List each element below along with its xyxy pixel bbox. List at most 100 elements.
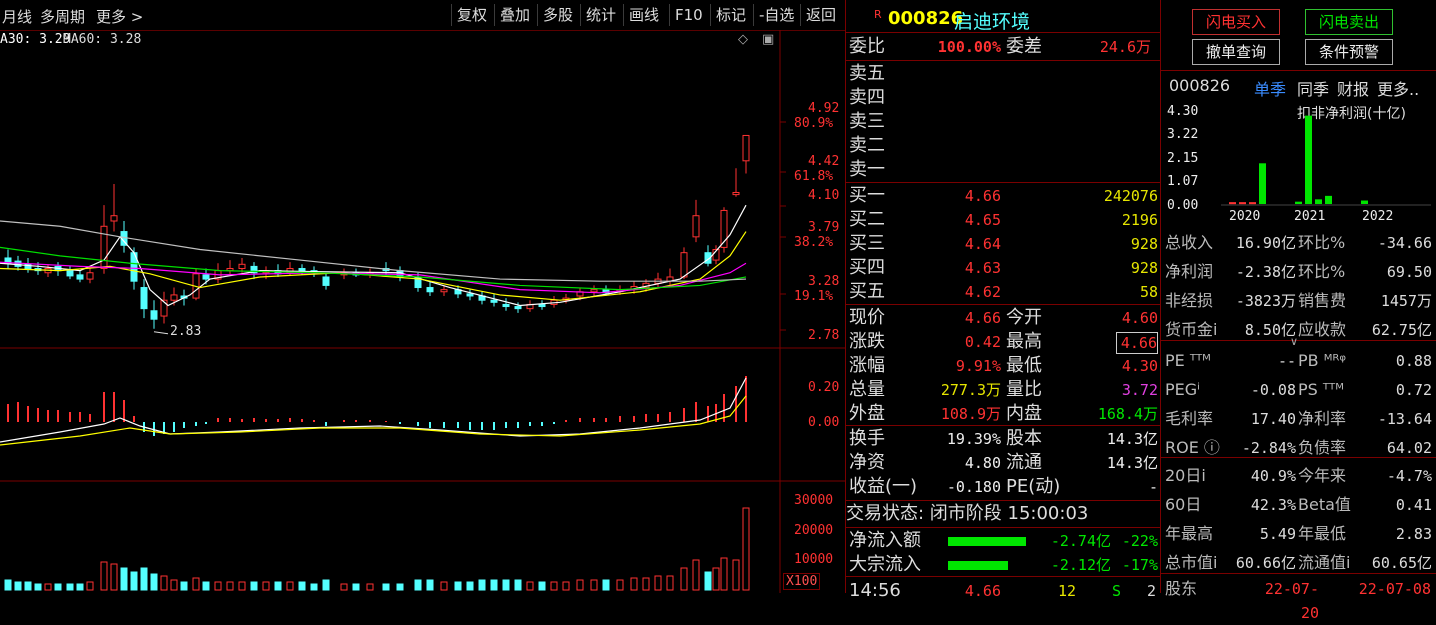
more-menu[interactable]: 更多 > — [96, 6, 143, 27]
tab-more[interactable]: 更多.. — [1377, 76, 1419, 100]
volume-bar — [100, 561, 108, 591]
overlay-button[interactable]: 叠加 — [494, 4, 535, 26]
volume-bar — [396, 583, 404, 591]
tab-same-quarter[interactable]: 同季 — [1297, 76, 1329, 100]
volume-bar — [286, 581, 294, 591]
volume-bar — [478, 579, 486, 591]
weicha-value: 24.6万 — [1099, 38, 1151, 56]
finance-row: 60日 42.3% Beta值 0.41 — [1165, 495, 1432, 514]
kline-chart[interactable]: A30: 3.29 MA60: 3.28 ◇ ▣ 4.92 80.9% 4.42… — [0, 30, 845, 593]
quote-panel: R 000826 启迪环境 委比 100.00% 委差 24.6万 交易状态: … — [845, 0, 1161, 601]
mini-bar — [1229, 202, 1236, 205]
multi-period-tab[interactable]: 多周期 — [40, 6, 85, 27]
mini-bar — [1239, 202, 1246, 205]
mini-bar-chart — [1221, 115, 1431, 206]
candle-body — [76, 274, 84, 280]
macd-axis-label: 0.00 — [808, 415, 840, 430]
buy-level-row: 买二 4.65 2196 — [849, 209, 1158, 230]
volume-bar — [44, 583, 52, 591]
money-flow-bar — [948, 537, 1026, 546]
finance-code: 000826 — [1169, 76, 1231, 95]
mini-bar — [1295, 201, 1302, 204]
volume-bar — [86, 581, 94, 591]
volume-bar — [720, 557, 728, 591]
volume-bar — [76, 583, 84, 591]
statistics-button[interactable]: 统计 — [580, 4, 621, 26]
period-monthly-tab[interactable]: 月线 — [2, 6, 32, 27]
finance-row: 净利润 -2.38亿 环比% 69.50 — [1165, 262, 1432, 281]
stock-name[interactable]: 启迪环境 — [954, 7, 1030, 34]
volume-bar — [440, 581, 448, 591]
volume-bar — [680, 567, 688, 591]
mini-axis-label: 4.30 — [1167, 104, 1199, 119]
adjust-button[interactable]: 复权 — [451, 4, 492, 26]
price-axis-label: 80.9% — [794, 116, 834, 131]
price-axis-label: 3.79 — [808, 220, 840, 235]
volume-bar — [454, 581, 462, 591]
sell-level-row: 卖三 — [849, 111, 885, 132]
candle-body — [86, 272, 94, 280]
trade-status: 交易状态: 闭市阶段 15:00:03 — [846, 503, 1089, 524]
price-axis-label: 19.1% — [794, 289, 834, 304]
volume-bar — [562, 581, 570, 591]
volume-bar — [310, 583, 318, 591]
price-axis-label: 61.8% — [794, 169, 834, 184]
mini-bar — [1259, 163, 1266, 204]
macd-axis-label: 0.20 — [808, 380, 840, 395]
stock-code: 000826 — [888, 8, 964, 29]
price-axis-label: 4.10 — [808, 188, 840, 203]
finance-row: 毛利率 17.40 净利率 -13.64 — [1165, 409, 1432, 428]
volume-bar — [274, 581, 282, 591]
volume-bar — [120, 567, 128, 591]
mini-year-label: 2022 — [1362, 209, 1394, 224]
money-flow-row: 大宗流入 -2.12亿 -17% — [849, 554, 1158, 575]
finance-row: 非经损 -3823万 销售费 1457万 — [1165, 291, 1432, 310]
volume-axis-label: 20000 — [794, 523, 834, 538]
quote-stat-row: 现价 4.66 今开 4.60 — [849, 307, 1158, 328]
mark-button[interactable]: 标记 — [710, 4, 751, 26]
volume-axis-label: 30000 — [794, 493, 834, 508]
volume-bar — [490, 579, 498, 591]
f10-button[interactable]: F10 — [669, 4, 708, 26]
candle-body — [110, 215, 118, 222]
volume-bar — [712, 567, 720, 591]
tab-report[interactable]: 财报 — [1337, 76, 1369, 100]
candle-body — [66, 270, 74, 277]
volume-bar — [238, 581, 246, 591]
flash-sell-button[interactable]: 闪电卖出 — [1305, 9, 1393, 35]
buy-level-row: 买一 4.66 242076 — [849, 185, 1158, 206]
quote-stat-row: 外盘 108.9万 内盘 168.4万 — [849, 403, 1158, 424]
condition-alert-button[interactable]: 条件预警 — [1305, 39, 1393, 65]
back-button[interactable]: 返回 — [800, 4, 841, 26]
volume-bar — [514, 579, 522, 591]
volume-bar — [14, 581, 22, 591]
buy-level-row: 买五 4.62 58 — [849, 281, 1158, 302]
low-marker — [153, 331, 169, 335]
price-axis-label: 3.28 — [808, 274, 840, 289]
price-axis-label: 4.92 — [808, 101, 840, 116]
quote-stat-row: 净资 4.80 流通 14.3亿 — [849, 452, 1158, 473]
candle-body — [150, 310, 158, 320]
volume-bar — [366, 583, 374, 591]
cancel-query-button[interactable]: 撤单查询 — [1192, 39, 1280, 65]
draw-line-button[interactable]: 画线 — [623, 4, 664, 26]
money-flow-bar — [948, 561, 1008, 570]
finance-row: 总收入 16.90亿 环比% -34.66 — [1165, 233, 1432, 252]
candle-body — [238, 263, 246, 270]
volume-bar — [150, 573, 158, 591]
candle-body — [322, 276, 330, 286]
volume-unit-label: X100 — [783, 573, 821, 590]
multi-stock-button[interactable]: 多股 — [537, 4, 578, 26]
remove-watchlist-button[interactable]: -自选 — [753, 4, 799, 26]
volume-bar — [202, 581, 210, 591]
finance-row: 货币金i 8.50亿 应收款 62.75亿 — [1165, 320, 1432, 339]
volume-bar — [180, 581, 188, 591]
volume-bar — [666, 575, 674, 591]
quote-stat-row: 换手 19.39% 股本 14.3亿 — [849, 428, 1158, 449]
flash-buy-button[interactable]: 闪电买入 — [1192, 9, 1280, 35]
volume-bar — [130, 571, 138, 591]
finance-row: 总市值i 60.66亿 流通值i 60.65亿 — [1165, 553, 1432, 572]
volume-bar — [742, 507, 750, 591]
tab-single-quarter[interactable]: 单季 — [1254, 76, 1286, 100]
volume-bar — [226, 581, 234, 591]
